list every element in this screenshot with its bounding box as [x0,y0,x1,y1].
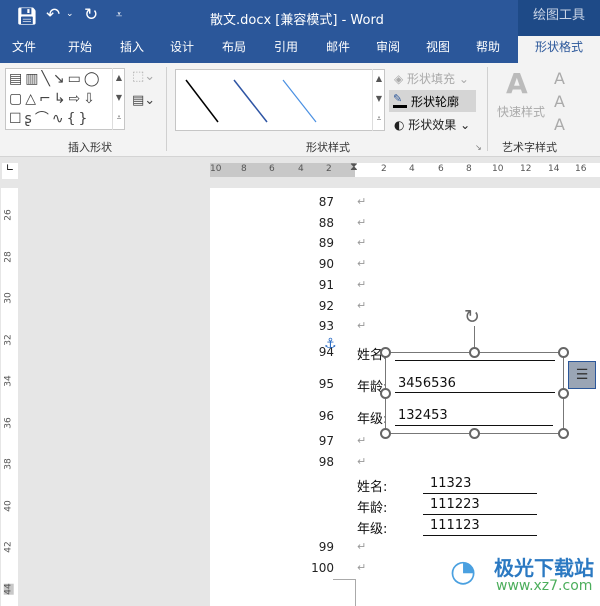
tab-shape-format[interactable]: 形状格式 [518,36,600,63]
tab-view[interactable]: 视图 [426,36,450,63]
group-label-insert-shapes: 插入形状 [68,141,112,154]
selected-textbox[interactable] [385,352,564,434]
redo-icon[interactable]: ↻ [84,5,98,25]
drawing-tools-context: 绘图工具 [518,0,600,36]
tab-design[interactable]: 设计 [170,36,194,63]
text-box-icon[interactable]: ▤⌄ [132,93,155,108]
resize-handle[interactable] [380,347,391,358]
tab-layout[interactable]: 布局 [222,36,246,63]
ribbon: ▤▥╲↘▭◯ ▢△⌐↳⇨⇩ ☐ʂ⌒∿{} ▲ ▼ ⩡ ⬚⌄ ▤⌄ 插入形状 ▲ ▼ ⩡ ◈ … [0,63,600,157]
resize-handle[interactable] [380,428,391,439]
shape-outline-button[interactable]: ✎ 形状轮廓 [389,90,476,112]
group-label-wordart: 艺术字样式 [502,141,557,154]
layout-options-icon[interactable]: ☰ [568,361,596,389]
gallery-scroll[interactable]: ▲ ▼ ⩡ [112,68,125,130]
customize-qat-icon[interactable]: ⩡ [116,8,122,22]
tab-selector-icon[interactable]: ∟ [2,163,18,179]
resize-handle[interactable] [469,428,480,439]
pen-icon: ✎ [393,92,407,108]
ribbon-tabs: 文件 开始 插入 设计 布局 引用 邮件 审阅 视图 帮助 形状格式 [0,36,600,63]
title-bar: 💾︎ ↶ ⌄ ↻ ⩡ 散文.docx [兼容模式] - Word 绘图工具 [0,0,600,36]
window-title: 散文.docx [兼容模式] - Word [210,13,384,28]
indent-marker[interactable]: ⧗ [350,160,358,174]
document-page[interactable]: 87 ↵ 88 ↵ 89 ↵ 90 ↵ 91 ↵ 92 ↵ 93 ↵ 94 ⚓︎ 姓名: 95… [210,188,600,606]
dialog-launcher-icon[interactable]: ↘ [475,143,482,152]
watermark-swirl-icon: ◔ [450,554,477,589]
shape-fill-button[interactable]: ◈ 形状填充 ⌄ [394,70,469,87]
resize-handle[interactable] [558,388,569,399]
quick-styles-label[interactable]: 快速样式 [497,103,545,120]
undo-icon[interactable]: ↶ [46,5,60,25]
shape-effect-button[interactable]: ◐ 形状效果 ⌄ [394,116,470,133]
margin-corner [333,579,356,606]
quick-styles-icon[interactable]: A [506,67,528,100]
shape-effect-label: 形状效果 [408,118,457,132]
undo-dropdown-icon[interactable]: ⌄ [66,9,74,19]
text-effects-icons[interactable]: AAA [554,67,565,136]
shape-fill-label: 形状填充 [407,72,456,86]
save-icon[interactable]: 💾︎ [16,7,38,27]
styles-scroll[interactable]: ▲ ▼ ⩡ [372,69,385,131]
shape-styles-gallery[interactable] [175,69,385,131]
tab-help[interactable]: 帮助 [476,36,500,63]
shape-outline-label: 形状轮廓 [411,95,460,109]
edit-shape-icon[interactable]: ⬚⌄ [132,69,155,84]
tab-references[interactable]: 引用 [274,36,298,63]
vertical-ruler[interactable]: 26 28 30 32 34 36 38 40 42 44 [1,188,18,606]
resize-handle[interactable] [558,347,569,358]
resize-handle[interactable] [558,428,569,439]
tab-mailings[interactable]: 邮件 [326,36,350,63]
tab-insert[interactable]: 插入 [120,36,144,63]
resize-handle[interactable] [380,388,391,399]
tab-file[interactable]: 文件 [12,36,36,63]
line-style-previews [185,79,317,123]
anchor-icon: ⚓︎ [324,336,337,352]
horizontal-ruler[interactable]: 10 8 6 4 2 2 4 6 8 10 12 14 16 ⧗ [210,160,600,177]
rotate-handle-icon[interactable]: ↻ [464,306,480,328]
watermark-logo: ◔ 极光下载站 www.xz7.com [450,554,594,594]
resize-handle[interactable] [469,347,480,358]
shapes-gallery[interactable]: ▤▥╲↘▭◯ ▢△⌐↳⇨⇩ ☐ʂ⌒∿{} [5,68,125,130]
group-label-shape-styles: 形状样式 [306,141,350,154]
tab-home[interactable]: 开始 [68,36,92,63]
tab-review[interactable]: 审阅 [376,36,400,63]
